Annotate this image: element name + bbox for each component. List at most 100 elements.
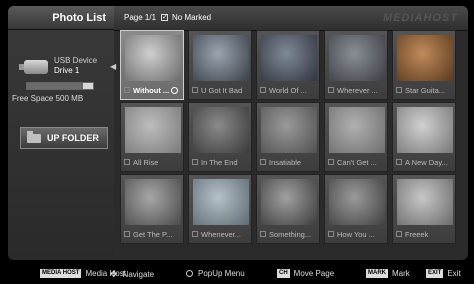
photo-preview-image: [193, 35, 249, 81]
photo-thumbnail[interactable]: A New Day...: [392, 102, 456, 172]
photo-preview-image: [261, 179, 317, 225]
mark-label: Mark: [392, 269, 410, 278]
photo-thumbnail[interactable]: Get The P...: [120, 174, 184, 244]
photo-thumbnail[interactable]: U Got It Bad: [188, 30, 252, 100]
thumbnail-label-row: A New Day...: [396, 156, 456, 168]
storage-usage-bar: [26, 82, 94, 90]
thumbnail-label: Insatiable: [269, 157, 302, 167]
storage-usage-fill: [27, 83, 84, 89]
photo-thumbnail[interactable]: In The End: [188, 102, 252, 172]
popup-menu-label: PopUp Menu: [198, 269, 245, 278]
photo-preview-image: [397, 107, 453, 153]
footer-help-bar: MEDIA HOST Media Host ✥ Navigate PopUp M…: [0, 265, 474, 284]
photo-preview-image: [193, 179, 249, 225]
thumbnail-label-row: World Of ...: [260, 84, 320, 96]
thumbnail-label: Whenever...: [201, 229, 242, 239]
photo-preview-image: [397, 179, 453, 225]
channel-button-icon: CH: [277, 269, 290, 278]
mark-checkbox[interactable]: [328, 231, 334, 237]
photo-thumbnail[interactable]: Insatiable: [256, 102, 320, 172]
thumbnail-label-row: Without ...: [124, 84, 184, 96]
photo-preview-image: [329, 179, 385, 225]
photo-thumbnail[interactable]: Can't Get ...: [324, 102, 388, 172]
footer-mark: MARK Mark: [366, 269, 410, 278]
mark-checkbox[interactable]: [260, 87, 266, 93]
scroll-left-icon[interactable]: ◀: [110, 62, 116, 71]
navigate-icon: ✥: [110, 269, 118, 279]
mark-checkbox[interactable]: [328, 159, 334, 165]
exit-label: Exit: [447, 269, 461, 278]
sidebar: Photo List USB Device Drive 1 Free Space…: [8, 6, 114, 260]
up-folder-label: UP FOLDER: [47, 133, 99, 143]
mark-checkbox[interactable]: [396, 87, 402, 93]
thumbnail-label-row: In The End: [192, 156, 252, 168]
photo-preview-image: [193, 107, 249, 153]
thumbnail-label-row: How You ...: [328, 228, 388, 240]
photo-preview-image: [329, 107, 385, 153]
photo-thumbnail[interactable]: Wherever ...: [324, 30, 388, 100]
photo-thumbnail[interactable]: All Rise: [120, 102, 184, 172]
thumbnail-label: In The End: [201, 157, 238, 167]
mark-checkbox[interactable]: [260, 231, 266, 237]
mark-checkbox[interactable]: [396, 159, 402, 165]
selected-indicator-icon: [171, 86, 179, 94]
sidebar-title: Photo List: [8, 6, 114, 30]
footer-move-page: CH Move Page: [277, 269, 334, 278]
footer-popup-menu: PopUp Menu: [186, 269, 245, 278]
thumbnail-label-row: Freeek: [396, 228, 456, 240]
ok-button-icon: [186, 270, 193, 277]
thumbnail-label: All Rise: [133, 157, 159, 167]
thumbnail-label: How You ...: [337, 229, 375, 239]
move-page-label: Move Page: [293, 269, 335, 278]
thumbnail-label: World Of ...: [269, 85, 307, 95]
photo-thumbnail[interactable]: How You ...: [324, 174, 388, 244]
mark-checkbox[interactable]: [192, 159, 198, 165]
mark-checkbox[interactable]: [260, 159, 266, 165]
mark-checkbox[interactable]: [124, 159, 130, 165]
thumbnail-label-row: Get The P...: [124, 228, 184, 240]
thumbnail-label: Star Guita...: [405, 85, 446, 95]
photo-preview-image: [329, 35, 385, 81]
photo-thumbnail[interactable]: Without ...: [120, 30, 184, 100]
photo-preview-image: [125, 179, 181, 225]
photo-thumbnail[interactable]: World Of ...: [256, 30, 320, 100]
drive-label: Drive 1: [54, 66, 80, 75]
photo-preview-image: [261, 35, 317, 81]
photo-preview-image: [125, 35, 181, 81]
thumbnail-label: Can't Get ...: [337, 157, 377, 167]
usb-device-info[interactable]: USB Device Drive 1 Free Space 500 MB: [12, 54, 110, 114]
thumbnail-label-row: Whenever...: [192, 228, 252, 240]
thumbnail-grid: Without ... U Got It Bad World Of ... Where…: [120, 30, 460, 254]
main-header: Page 1/1 ✓ No Marked MEDIAHOST: [114, 6, 468, 31]
mark-checkbox[interactable]: [192, 231, 198, 237]
mark-checkbox[interactable]: [328, 87, 334, 93]
photo-thumbnail[interactable]: Whenever...: [188, 174, 252, 244]
brand-logo: MEDIAHOST: [383, 12, 458, 24]
photo-thumbnail[interactable]: Freeek: [392, 174, 456, 244]
thumbnail-label-row: All Rise: [124, 156, 184, 168]
photo-preview-image: [125, 107, 181, 153]
thumbnail-label-row: Star Guita...: [396, 84, 456, 96]
photo-thumbnail[interactable]: Something...: [256, 174, 320, 244]
usb-device-label: USB Device: [54, 56, 98, 65]
media-host-badge: MEDIA HOST: [40, 269, 82, 278]
free-space-text: Free Space 500 MB: [12, 94, 84, 103]
thumbnail-label: U Got It Bad: [201, 85, 243, 95]
checkbox-icon: ✓: [161, 14, 168, 21]
marked-info: No Marked: [172, 13, 212, 22]
mark-checkbox[interactable]: [124, 231, 130, 237]
photo-preview-image: [397, 35, 453, 81]
photo-thumbnail[interactable]: Star Guita...: [392, 30, 456, 100]
thumbnail-label-row: U Got It Bad: [192, 84, 252, 96]
page-info: Page 1/1: [124, 13, 157, 22]
mark-badge: MARK: [366, 269, 388, 278]
thumbnail-label: Something...: [269, 229, 312, 239]
mark-checkbox[interactable]: [396, 231, 402, 237]
navigate-label: Navigate: [122, 270, 155, 279]
footer-exit: EXIT Exit: [426, 269, 461, 278]
mark-checkbox[interactable]: [192, 87, 198, 93]
up-folder-button[interactable]: UP FOLDER: [20, 127, 108, 149]
usb-drive-icon: [19, 60, 48, 74]
thumbnail-label: A New Day...: [405, 157, 448, 167]
mark-checkbox[interactable]: [124, 87, 130, 93]
